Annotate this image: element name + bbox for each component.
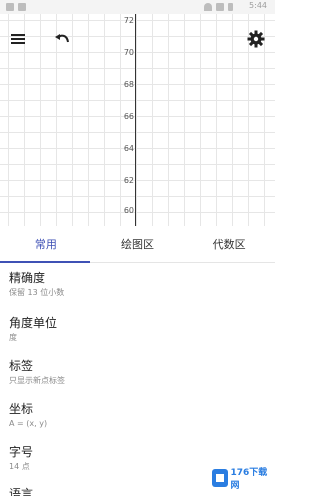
undo-button[interactable] xyxy=(50,27,74,51)
setting-labeling[interactable]: 标签 只显示新点标签 xyxy=(9,359,264,386)
setting-angle-unit[interactable]: 角度单位 度 xyxy=(9,316,264,343)
signal-icon xyxy=(216,3,224,11)
undo-icon xyxy=(55,34,69,43)
notification-icon xyxy=(18,3,26,11)
setting-coordinates[interactable]: 坐标 A = (x, y) xyxy=(9,402,264,429)
tab-basic[interactable]: 常用 xyxy=(0,226,92,263)
setting-title: 精确度 xyxy=(9,271,46,285)
y-tick-label: 70 xyxy=(123,48,134,57)
setting-value: 只显示新点标签 xyxy=(9,376,65,385)
tab-label: 常用 xyxy=(34,238,57,251)
tab-label: 绘图区 xyxy=(121,238,154,251)
settings-button[interactable] xyxy=(244,27,268,51)
tab-algebra[interactable]: 代数区 xyxy=(183,226,275,262)
y-tick-label: 72 xyxy=(123,16,134,25)
menu-icon xyxy=(11,34,25,44)
watermark-text: 176下载网 xyxy=(230,468,268,491)
watermark-badge-icon xyxy=(212,469,228,487)
y-axis xyxy=(135,14,136,226)
menu-button[interactable] xyxy=(6,27,30,51)
y-tick-label: 62 xyxy=(123,176,134,185)
y-tick-label: 60 xyxy=(123,206,134,215)
setting-value: 保留 13 位小数 xyxy=(9,288,65,297)
setting-title: 字号 xyxy=(9,445,34,459)
setting-title: 标签 xyxy=(9,359,34,373)
y-tick-label: 68 xyxy=(123,80,134,89)
notification-icon xyxy=(6,3,14,11)
status-time: 5:44 xyxy=(249,1,267,10)
wifi-icon xyxy=(204,3,212,11)
tab-label: 代数区 xyxy=(212,238,246,251)
y-tick-label: 66 xyxy=(123,112,134,121)
tab-graphics[interactable]: 绘图区 xyxy=(92,226,184,262)
battery-icon xyxy=(228,3,233,11)
gear-icon xyxy=(247,30,265,48)
watermark-logo: 176下载网 xyxy=(212,467,270,491)
setting-title: 坐标 xyxy=(9,402,34,416)
status-bar: 5:44 xyxy=(0,0,275,14)
setting-title: 角度单位 xyxy=(9,316,58,330)
y-tick-label: 64 xyxy=(123,144,134,153)
settings-tabs: 常用 绘图区 代数区 xyxy=(0,226,275,263)
setting-rounding[interactable]: 精确度 保留 13 位小数 xyxy=(9,271,264,298)
setting-value: A = (x, y) xyxy=(9,419,48,428)
graphics-view[interactable]: 72 70 68 66 64 62 60 xyxy=(0,14,275,226)
settings-list: 精确度 保留 13 位小数 角度单位 度 标签 只显示新点标签 坐标 A = (… xyxy=(0,263,275,496)
setting-value: 度 xyxy=(9,333,17,342)
